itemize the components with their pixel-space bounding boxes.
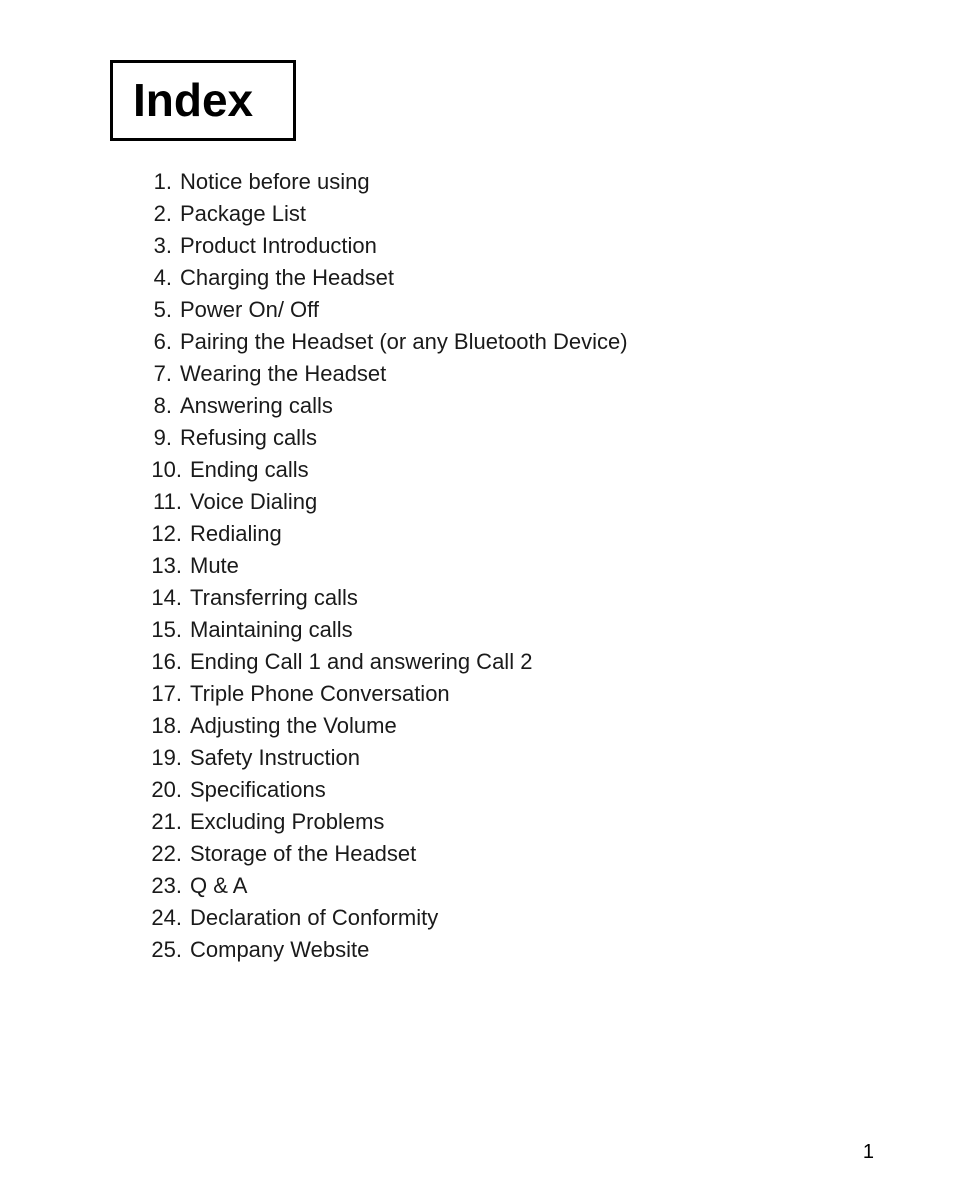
item-number: 19. [140,747,182,769]
list-item: 4. Charging the Headset [140,267,874,289]
item-number: 8. [140,395,172,417]
item-number: 12. [140,523,182,545]
item-number: 4. [140,267,172,289]
list-item: 6. Pairing the Headset (or any Bluetooth … [140,331,874,353]
page-container: Index 1. Notice before using 2. Package Lis… [0,0,954,1204]
list-item: 2. Package List [140,203,874,225]
item-text: Transferring calls [190,585,358,610]
list-item: 21. Excluding Problems [140,811,874,833]
title-box: Index [110,60,296,141]
item-number: 2. [140,203,172,225]
list-item: 16. Ending Call 1 and answering Call 2 [140,651,874,673]
item-text: Redialing [190,521,282,546]
item-number: 1. [140,171,172,193]
list-item: 1. Notice before using [140,171,874,193]
item-number: 16. [140,651,182,673]
item-number: 7. [140,363,172,385]
item-number: 18. [140,715,182,737]
list-item: 12. Redialing [140,523,874,545]
item-text: Excluding Problems [190,809,384,834]
item-number: 3. [140,235,172,257]
item-text: Notice before using [180,169,370,194]
item-number: 25. [140,939,182,961]
list-item: 14. Transferring calls [140,587,874,609]
item-number: 22. [140,843,182,865]
item-number: 15. [140,619,182,641]
item-number: 10. [140,459,182,481]
item-text: Declaration of Conformity [190,905,438,930]
list-item: 23. Q & A [140,875,874,897]
list-item: 11. Voice Dialing [140,491,874,513]
list-item: 25. Company Website [140,939,874,961]
list-item: 10. Ending calls [140,459,874,481]
item-number: 17. [140,683,182,705]
list-item: 7. Wearing the Headset [140,363,874,385]
list-item: 3. Product Introduction [140,235,874,257]
item-text: Refusing calls [180,425,317,450]
item-text: Power On/ Off [180,297,319,322]
list-item: 18. Adjusting the Volume [140,715,874,737]
item-number: 21. [140,811,182,833]
list-item: 13. Mute [140,555,874,577]
item-text: Storage of the Headset [190,841,416,866]
item-text: Ending Call 1 and answering Call 2 [190,649,532,674]
item-text: Answering calls [180,393,333,418]
item-text: Charging the Headset [180,265,394,290]
list-item: 19. Safety Instruction [140,747,874,769]
item-number: 20. [140,779,182,801]
item-number: 5. [140,299,172,321]
page-number: 1 [863,1141,874,1164]
list-item: 22. Storage of the Headset [140,843,874,865]
item-text: Product Introduction [180,233,377,258]
item-text: Pairing the Headset (or any Bluetooth De… [180,329,628,354]
item-text: Ending calls [190,457,309,482]
item-number: 14. [140,587,182,609]
list-item: 8. Answering calls [140,395,874,417]
item-text: Company Website [190,937,369,962]
item-number: 13. [140,555,182,577]
item-number: 6. [140,331,172,353]
item-text: Voice Dialing [190,489,317,514]
item-text: Specifications [190,777,326,802]
page-title: Index [133,74,253,126]
item-number: 24. [140,907,182,929]
item-text: Safety Instruction [190,745,360,770]
list-item: 9. Refusing calls [140,427,874,449]
item-text: Triple Phone Conversation [190,681,450,706]
item-text: Adjusting the Volume [190,713,397,738]
item-number: 11. [140,491,182,513]
list-item: 15. Maintaining calls [140,619,874,641]
list-item: 24. Declaration of Conformity [140,907,874,929]
list-item: 20. Specifications [140,779,874,801]
item-text: Package List [180,201,306,226]
list-item: 5. Power On/ Off [140,299,874,321]
list-item: 17. Triple Phone Conversation [140,683,874,705]
item-text: Q & A [190,873,247,898]
item-text: Mute [190,553,239,578]
item-text: Maintaining calls [190,617,353,642]
item-number: 23. [140,875,182,897]
item-text: Wearing the Headset [180,361,386,386]
index-list: 1. Notice before using 2. Package List 3. Pro… [140,171,874,961]
item-number: 9. [140,427,172,449]
